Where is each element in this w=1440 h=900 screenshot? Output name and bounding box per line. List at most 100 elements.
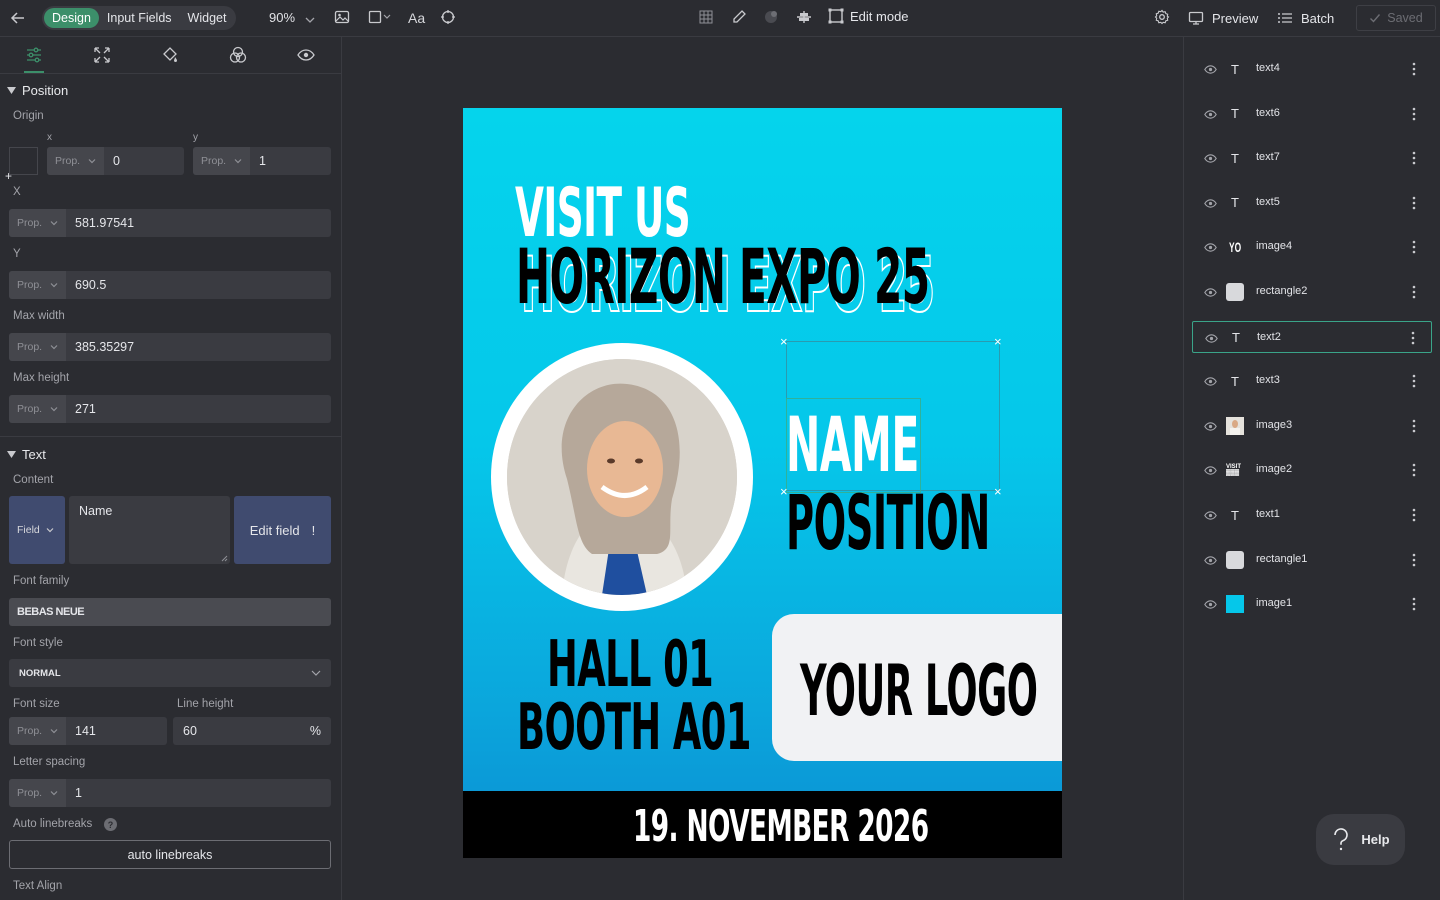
fill-color-icon[interactable] (763, 9, 781, 27)
monitor-icon (1188, 11, 1204, 25)
layer-row-text5[interactable]: Ttext5 (1192, 187, 1432, 219)
more-options-icon[interactable] (1412, 196, 1416, 213)
origin-y-prop-select[interactable]: Prop. (193, 147, 250, 175)
line-height-field[interactable]: 60 % (173, 717, 331, 745)
batch-button[interactable]: Batch (1277, 10, 1334, 26)
text-tool-icon[interactable]: Aa (408, 10, 425, 26)
paint-bucket-icon[interactable] (161, 46, 179, 64)
mode-input-fields[interactable]: Input Fields (99, 8, 180, 28)
layer-row-text1[interactable]: Ttext1 (1192, 499, 1432, 531)
layers-panel: Ttext4 Ttext6 Ttext7 Ttext5 YO image4 rectangl… (1183, 37, 1440, 900)
layer-row-image4[interactable]: YO image4 (1192, 231, 1432, 263)
help-button[interactable]: Help (1316, 814, 1405, 865)
poster-position-text[interactable]: POSITION (786, 478, 990, 567)
more-options-icon[interactable] (1411, 331, 1415, 348)
visibility-eye-icon[interactable] (1204, 152, 1217, 168)
more-options-icon[interactable] (1412, 463, 1416, 480)
blend-icon[interactable] (229, 46, 247, 64)
content-textarea[interactable]: Name (69, 496, 230, 564)
letter-spacing-prop-select[interactable]: Prop. (9, 779, 66, 807)
resize-handle-bottom-right-icon[interactable]: × (994, 484, 1002, 499)
visibility-eye-icon[interactable] (1204, 63, 1217, 79)
zoom-chevron-down-icon[interactable] (305, 12, 315, 30)
visibility-eye-icon[interactable] (1205, 332, 1218, 348)
resize-handle-top-left-icon[interactable]: × (780, 334, 788, 349)
visibility-eye-icon[interactable] (1204, 420, 1217, 436)
visibility-eye-icon[interactable] (1204, 464, 1217, 480)
more-options-icon[interactable] (1412, 62, 1416, 79)
more-options-icon[interactable] (1412, 151, 1416, 168)
auto-linebreaks-button[interactable]: auto linebreaks (9, 840, 331, 869)
poster-date-text[interactable]: 19. NOVEMBER 2026 (633, 801, 929, 852)
text-layer-icon: T (1231, 150, 1239, 166)
more-options-icon[interactable] (1412, 419, 1416, 436)
max-height-prop-select[interactable]: Prop. (9, 395, 66, 423)
more-options-icon[interactable] (1412, 597, 1416, 614)
visibility-eye-icon[interactable] (1204, 598, 1217, 614)
edit-mode-toggle[interactable]: Edit mode (828, 8, 909, 24)
resize-handle-top-right-icon[interactable]: × (994, 334, 1002, 349)
layer-row-text4[interactable]: Ttext4 (1192, 53, 1432, 85)
eye-icon[interactable] (297, 46, 315, 64)
layer-row-rectangle1[interactable]: rectangle1 (1192, 544, 1432, 576)
resize-icon[interactable] (93, 46, 111, 64)
more-options-icon[interactable] (1412, 285, 1416, 302)
layer-row-image3[interactable]: image3 (1192, 410, 1432, 442)
layer-row-rectangle2[interactable]: rectangle2 (1192, 276, 1432, 308)
layer-row-image1[interactable]: image1 (1192, 588, 1432, 620)
back-arrow-icon[interactable] (8, 8, 28, 28)
poster-booth-text[interactable]: BOOTH A01 (517, 691, 751, 765)
more-options-icon[interactable] (1412, 374, 1416, 391)
image-icon[interactable] (334, 9, 352, 27)
y-prop-select[interactable]: Prop. (9, 271, 66, 299)
mode-design[interactable]: Design (44, 8, 99, 28)
font-family-select[interactable]: BEBAS NEUE (9, 598, 331, 626)
mode-widget[interactable]: Widget (180, 8, 235, 28)
gear-icon[interactable] (1154, 9, 1172, 27)
preview-button[interactable]: Preview (1188, 10, 1258, 26)
more-options-icon[interactable] (1412, 240, 1416, 257)
align-center-icon[interactable] (796, 9, 814, 27)
visibility-eye-icon[interactable] (1204, 241, 1217, 257)
visibility-eye-icon[interactable] (1204, 197, 1217, 213)
grid-icon[interactable] (698, 9, 716, 27)
layer-row-text7[interactable]: Ttext7 (1192, 142, 1432, 174)
origin-picker[interactable] (9, 147, 38, 175)
layer-row-image2[interactable]: VISIT ▓▓▓ image2 (1192, 454, 1432, 486)
max-width-prop-select[interactable]: Prop. (9, 333, 66, 361)
font-size-prop-select[interactable]: Prop. (9, 717, 66, 745)
more-options-icon[interactable] (1412, 553, 1416, 570)
edit-field-button[interactable]: Edit field ! (234, 496, 331, 564)
zoom-level[interactable]: 90% (269, 10, 295, 25)
origin-y-label: y (193, 132, 198, 143)
poster-artboard[interactable]: VISIT US HORIZON EXPO 25 HORIZON EXPO 25 (463, 108, 1062, 858)
font-style-select[interactable]: NORMAL (9, 659, 331, 687)
help-circle-icon[interactable]: ? (104, 818, 117, 831)
origin-x-prop-select[interactable]: Prop. (47, 147, 104, 175)
sliders-icon[interactable] (25, 46, 43, 64)
poster-logo-text[interactable]: YOUR LOGO (800, 650, 1038, 732)
pen-icon[interactable] (731, 9, 749, 27)
layer-row-text2[interactable]: Ttext2 (1192, 320, 1432, 353)
layer-row-text3[interactable]: Ttext3 (1192, 365, 1432, 397)
target-icon[interactable] (440, 9, 458, 27)
layer-row-text6[interactable]: Ttext6 (1192, 98, 1432, 130)
more-options-icon[interactable] (1412, 107, 1416, 124)
visibility-eye-icon[interactable] (1204, 286, 1217, 302)
visibility-eye-icon[interactable] (1204, 108, 1217, 124)
portrait-frame[interactable] (491, 343, 753, 611)
text-section-header[interactable]: Text (7, 447, 46, 462)
text-layer-icon: T (1231, 195, 1239, 211)
visibility-eye-icon[interactable] (1204, 554, 1217, 570)
content-field-type-select[interactable]: Field (9, 496, 65, 564)
visibility-eye-icon[interactable] (1204, 375, 1217, 391)
more-options-icon[interactable] (1412, 508, 1416, 525)
poster-event-text[interactable]: HORIZON EXPO 25 (516, 232, 930, 321)
saved-status-button[interactable]: Saved (1356, 5, 1436, 31)
position-section-header[interactable]: Position (7, 83, 68, 98)
resize-handle-icon[interactable] (221, 555, 228, 562)
x-prop-select[interactable]: Prop. (9, 209, 66, 237)
poster-name-text[interactable]: NAME (786, 400, 919, 489)
shape-icon[interactable] (368, 9, 392, 27)
visibility-eye-icon[interactable] (1204, 509, 1217, 525)
